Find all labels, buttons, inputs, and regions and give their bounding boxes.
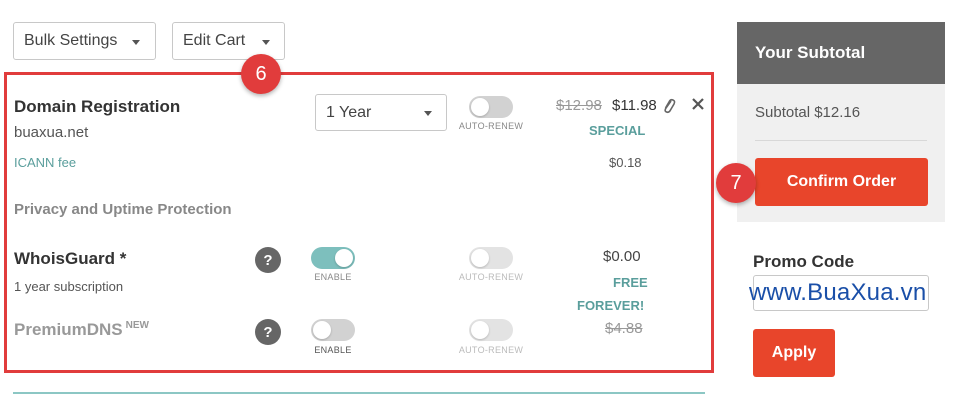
icann-fee-label: ICANN fee	[14, 155, 77, 170]
divider	[13, 392, 705, 394]
bulk-settings-label: Bulk Settings	[24, 32, 118, 49]
premiumdns-auto-renew-label: AUTO-RENEW	[458, 345, 524, 355]
whoisguard-enable-toggle[interactable]	[311, 247, 355, 269]
period-value: 1 Year	[326, 103, 372, 121]
period-select[interactable]: 1 Year	[315, 94, 447, 131]
watermark: www.BuaXua.vn	[749, 279, 927, 306]
domain-name: buaxua.net	[14, 124, 89, 141]
apply-button[interactable]: Apply	[753, 329, 835, 377]
premiumdns-help-icon[interactable]: ?	[255, 319, 281, 345]
edit-cart-label: Edit Cart	[183, 32, 246, 49]
confirm-order-button[interactable]: Confirm Order	[755, 158, 928, 206]
premiumdns-enable-toggle[interactable]	[311, 319, 355, 341]
whoisguard-help-icon[interactable]: ?	[255, 247, 281, 273]
domain-auto-renew-label: AUTO-RENEW	[458, 121, 524, 131]
premiumdns-auto-renew-toggle[interactable]	[469, 319, 513, 341]
subtotal-header: Your Subtotal	[737, 22, 945, 84]
icann-fee-price: $0.18	[609, 155, 642, 170]
confirm-order-label: Confirm Order	[786, 173, 897, 190]
subtotal-panel: Your Subtotal Subtotal $12.16 Confirm Or…	[737, 22, 945, 222]
whoisguard-forever-label: FOREVER!	[577, 298, 645, 313]
privacy-section-title: Privacy and Uptime Protection	[14, 201, 232, 218]
subtotal-divider	[755, 140, 927, 141]
new-tag: NEW	[125, 320, 149, 332]
subtotal-text: Subtotal $12.16	[755, 104, 861, 121]
new-price: $11.98	[612, 97, 657, 114]
annotation-badge-7: 7	[716, 163, 756, 203]
premiumdns-label: PremiumDNS	[14, 320, 123, 339]
whoisguard-free-label: FREE	[613, 275, 648, 290]
special-label: SPECIAL	[589, 123, 646, 138]
premiumdns-price: $4.88	[605, 320, 643, 337]
whoisguard-title: WhoisGuard *	[14, 249, 127, 268]
whoisguard-subtitle: 1 year subscription	[14, 279, 124, 294]
chevron-down-icon	[262, 40, 270, 45]
close-icon[interactable]	[690, 96, 706, 112]
whoisguard-auto-renew-toggle[interactable]	[469, 247, 513, 269]
annotation-badge-6: 6	[241, 54, 281, 94]
paperclip-icon[interactable]	[662, 97, 676, 115]
whoisguard-enable-label: ENABLE	[314, 272, 352, 282]
premiumdns-title: PremiumDNS NEW	[14, 320, 149, 340]
old-price: $12.98	[556, 97, 602, 114]
apply-label: Apply	[771, 344, 817, 361]
promo-code-label: Promo Code	[753, 252, 855, 271]
chevron-down-icon	[424, 111, 432, 116]
domain-auto-renew-toggle[interactable]	[469, 96, 513, 118]
whoisguard-auto-renew-label: AUTO-RENEW	[458, 272, 524, 282]
premiumdns-enable-label: ENABLE	[314, 345, 352, 355]
bulk-settings-dropdown[interactable]: Bulk Settings	[13, 22, 156, 60]
subtotal-header-label: Your Subtotal	[755, 43, 866, 62]
whoisguard-price: $0.00	[603, 248, 641, 265]
chevron-down-icon	[132, 40, 140, 45]
domain-registration-title: Domain Registration	[14, 97, 181, 116]
